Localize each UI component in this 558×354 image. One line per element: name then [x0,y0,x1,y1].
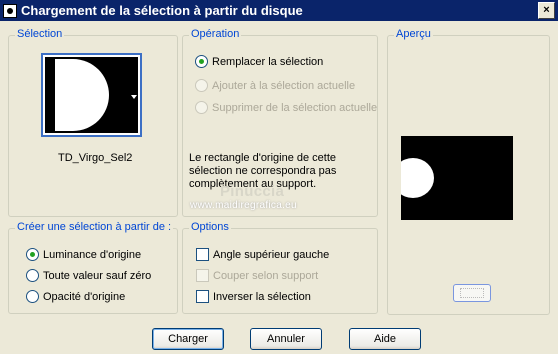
title-bar: Chargement de la sélection à partir du d… [0,0,558,21]
load-button[interactable]: Charger [152,328,224,350]
create-nonzero-label: Toute valeur sauf zéro [43,269,152,282]
preview-navigate-button[interactable] [453,284,491,302]
warning-line-1: Le rectangle d'origine de cette [189,152,337,164]
selection-shape [55,59,109,131]
operation-replace[interactable]: Remplacer la sélection [195,55,323,68]
option-top-left-label: Angle supérieur gauche [213,248,330,261]
operation-subtract[interactable]: Supprimer de la sélection actuelle [195,101,377,114]
radio-subtract[interactable] [195,101,208,114]
watermark: Pinuccia www.maidiregrafica.eu [190,183,297,211]
create-luminance[interactable]: Luminance d'origine [26,248,141,261]
preview-image [401,136,513,220]
create-nonzero[interactable]: Toute valeur sauf zéro [26,269,151,282]
option-crop[interactable]: Couper selon support [196,269,318,282]
app-icon [3,3,17,18]
options-legend: Options [189,221,231,233]
watermark-url: www.maidiregrafica.eu [190,200,297,211]
close-button[interactable]: × [538,2,555,19]
window-title: Chargement de la sélection à partir du d… [21,3,303,18]
dropdown-arrow-icon [131,95,137,99]
radio-add[interactable] [195,79,208,92]
help-button[interactable]: Aide [349,328,421,350]
radio-nonzero[interactable] [26,269,39,282]
cancel-button[interactable]: Annuler [250,328,322,350]
option-top-left[interactable]: Angle supérieur gauche [196,248,329,261]
checkbox-invert[interactable] [196,290,209,303]
operation-legend: Opération [189,28,242,40]
warning-line-2: sélection ne correspondra pas [189,165,337,177]
operation-add[interactable]: Ajouter à la sélection actuelle [195,79,355,92]
create-opacity[interactable]: Opacité d'origine [26,290,125,303]
operation-add-label: Ajouter à la sélection actuelle [212,79,356,92]
watermark-name: Pinuccia [220,183,285,200]
create-luminance-label: Luminance d'origine [43,248,142,261]
checkbox-top-left[interactable] [196,248,209,261]
create-opacity-label: Opacité d'origine [43,290,126,303]
operation-replace-label: Remplacer la sélection [212,55,324,68]
preview-legend: Aperçu [394,28,433,40]
operation-subtract-label: Supprimer de la sélection actuelle [212,101,378,114]
radio-luminance[interactable] [26,248,39,261]
selection-thumbnail-dropdown[interactable] [41,53,142,137]
preview-selection-shape [401,158,434,198]
radio-opacity[interactable] [26,290,39,303]
create-from-legend: Créer une sélection à partir de : [15,221,174,233]
checkbox-crop[interactable] [196,269,209,282]
selection-legend: Sélection [15,28,65,40]
option-invert-label: Inverser la sélection [213,290,311,303]
option-crop-label: Couper selon support [213,269,319,282]
option-invert[interactable]: Inverser la sélection [196,290,311,303]
selection-file-name: TD_Virgo_Sel2 [58,152,133,164]
radio-replace[interactable] [195,55,208,68]
